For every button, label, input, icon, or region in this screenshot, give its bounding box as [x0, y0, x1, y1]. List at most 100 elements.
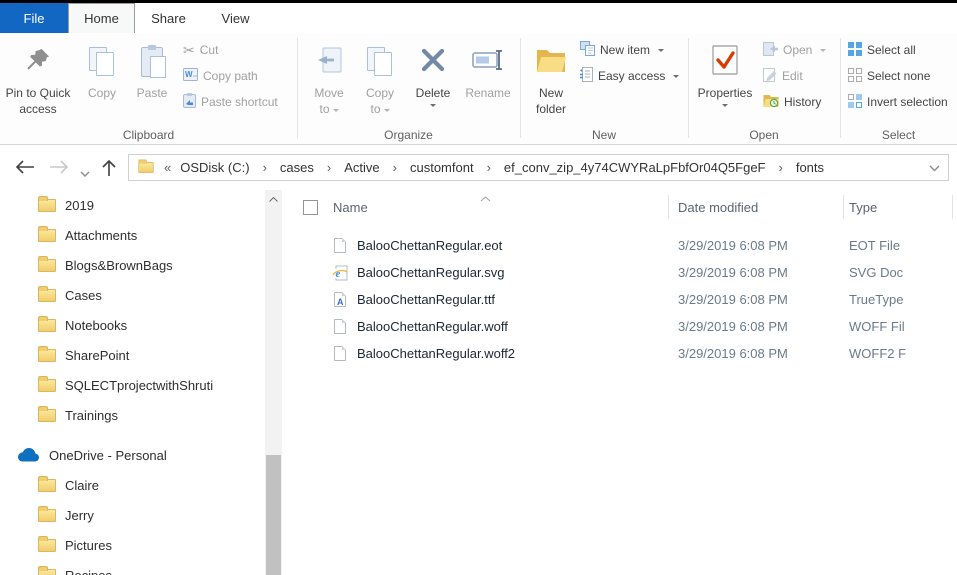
copy-path-button[interactable]: W Copy path	[183, 66, 258, 86]
sidebar-item-folder[interactable]: Trainings	[0, 400, 265, 430]
recent-locations-button[interactable]	[80, 164, 90, 182]
paste-shortcut-button[interactable]: Paste shortcut	[183, 92, 278, 112]
tab-home[interactable]: Home	[68, 3, 135, 33]
folder-icon	[38, 475, 56, 492]
cut-label: Cut	[199, 43, 219, 57]
svg-text:W: W	[185, 70, 193, 79]
select-none-button[interactable]: Select none	[848, 66, 930, 86]
address-dropdown-chevron[interactable]	[929, 160, 940, 175]
copy-to-label-line1: Copy	[365, 86, 394, 100]
sidebar-item-onedrive[interactable]: OneDrive - Personal	[0, 440, 265, 470]
breadcrumb-overflow-chevron[interactable]: «	[162, 160, 173, 175]
address-box[interactable]: « OSDisk (C:) › cases › Active › customf…	[128, 154, 949, 181]
breadcrumb-separator[interactable]: ›	[257, 160, 273, 175]
file-row[interactable]: e BalooChettanRegular.svg 3/29/2019 6:08…	[282, 259, 957, 286]
open-button[interactable]: Open	[763, 40, 827, 60]
folder-icon	[38, 345, 56, 362]
scrollbar-thumb[interactable]	[266, 455, 281, 575]
invert-selection-label: Invert selection	[867, 95, 948, 109]
file-date-modified: 3/29/2019 6:08 PM	[678, 292, 788, 307]
column-divider[interactable]	[843, 195, 844, 219]
sidebar-item-folder[interactable]: Blogs&BrownBags	[0, 250, 265, 280]
sidebar-item-folder[interactable]: Claire	[0, 470, 265, 500]
file-row[interactable]: BalooChettanRegular.woff 3/29/2019 6:08 …	[282, 313, 957, 340]
sidebar-item-label: OneDrive - Personal	[49, 447, 167, 463]
column-divider[interactable]	[952, 195, 953, 219]
breadcrumb-segment[interactable]: cases	[280, 160, 314, 175]
breadcrumb-separator[interactable]: ›	[773, 160, 789, 175]
scrollbar-up-arrow[interactable]	[265, 192, 282, 206]
breadcrumb-segment[interactable]: Active	[344, 160, 379, 175]
breadcrumb-segment[interactable]: customfont	[410, 160, 474, 175]
file-row[interactable]: BalooChettanRegular.woff2 3/29/2019 6:08…	[282, 340, 957, 367]
sidebar-item-label: Recipes	[65, 567, 112, 575]
sidebar-item-label: Notebooks	[65, 317, 128, 333]
sidebar-item-folder[interactable]: Cases	[0, 280, 265, 310]
sidebar-item-label: SQLECTprojectwithShruti	[65, 377, 214, 393]
copy-button[interactable]: Copy	[79, 38, 125, 102]
move-to-button[interactable]: Move to	[303, 38, 355, 117]
file-list: Name Date modified Type BalooChettanRegu…	[282, 190, 957, 575]
properties-button[interactable]: Properties	[693, 38, 757, 110]
edit-button[interactable]: Edit	[763, 66, 803, 86]
copy-to-button[interactable]: Copy to	[356, 38, 404, 117]
column-header-name[interactable]: Name	[333, 200, 678, 215]
woff-file-icon	[332, 319, 348, 335]
sort-ascending-icon[interactable]	[480, 190, 491, 205]
sidebar-item-label: Claire	[65, 477, 99, 493]
tab-file[interactable]: File	[0, 3, 68, 33]
eot-file-icon	[332, 238, 348, 254]
column-divider[interactable]	[668, 195, 669, 219]
breadcrumb-segment[interactable]: ef_conv_zip_4y74CWYRaLpFbfOr04Q5FgeF	[504, 160, 766, 175]
history-icon	[763, 93, 779, 111]
select-all-checkbox[interactable]	[303, 199, 318, 215]
new-folder-button[interactable]: New folder	[524, 38, 578, 117]
folder-icon	[38, 565, 56, 575]
sidebar-item-folder[interactable]: SQLECTprojectwithShruti	[0, 370, 265, 400]
file-type: SVG Doc	[849, 265, 904, 280]
paste-icon	[141, 45, 166, 78]
open-icon	[763, 41, 778, 59]
sidebar-item-folder[interactable]: Jerry	[0, 500, 265, 530]
file-row[interactable]: BalooChettanRegular.ttf 3/29/2019 6:08 P…	[282, 286, 957, 313]
rename-button[interactable]: Rename	[459, 38, 517, 102]
column-header-date-modified[interactable]: Date modified	[678, 200, 849, 215]
file-row[interactable]: BalooChettanRegular.eot 3/29/2019 6:08 P…	[282, 232, 957, 259]
cut-button[interactable]: ✂ Cut	[183, 40, 218, 60]
breadcrumb-separator[interactable]: ›	[481, 160, 497, 175]
pin-to-quick-access-button[interactable]: Pin to Quick access	[2, 38, 74, 117]
dropdown-caret	[430, 103, 436, 110]
breadcrumb-segment[interactable]: fonts	[796, 160, 824, 175]
paste-shortcut-label: Paste shortcut	[201, 95, 278, 109]
history-button[interactable]: History	[763, 92, 821, 112]
sidebar-item-label: Jerry	[65, 507, 94, 523]
sidebar-item-folder[interactable]: Pictures	[0, 530, 265, 560]
invert-selection-button[interactable]: Invert selection	[848, 92, 948, 112]
group-separator	[840, 38, 841, 138]
sidebar-item-folder[interactable]: 2019	[0, 190, 265, 220]
delete-button[interactable]: Delete	[407, 38, 459, 110]
copy-to-icon	[367, 47, 393, 77]
tab-view[interactable]: View	[202, 3, 269, 33]
sidebar-item-label: Attachments	[65, 227, 138, 243]
breadcrumb-segment[interactable]: OSDisk (C:)	[180, 160, 249, 175]
back-button[interactable]	[14, 158, 36, 181]
copy-path-label: Copy path	[203, 69, 258, 83]
select-all-button[interactable]: Select all	[848, 40, 916, 60]
breadcrumb-separator[interactable]: ›	[321, 160, 337, 175]
move-to-label-line2: to	[319, 102, 339, 118]
forward-button[interactable]	[48, 158, 70, 181]
easy-access-button[interactable]: Easy access	[580, 66, 680, 86]
new-item-button[interactable]: New item	[580, 40, 665, 60]
up-button[interactable]	[100, 158, 118, 183]
sidebar-scrollbar[interactable]	[265, 190, 282, 575]
sidebar-item-folder[interactable]: Recipes	[0, 560, 265, 575]
tab-share[interactable]: Share	[135, 3, 202, 33]
breadcrumb-separator[interactable]: ›	[387, 160, 403, 175]
sidebar-item-folder[interactable]: SharePoint	[0, 340, 265, 370]
dropdown-caret	[722, 103, 728, 110]
column-header-type[interactable]: Type	[849, 200, 957, 215]
sidebar-item-folder[interactable]: Notebooks	[0, 310, 265, 340]
paste-button[interactable]: Paste	[128, 38, 176, 102]
sidebar-item-folder[interactable]: Attachments	[0, 220, 265, 250]
